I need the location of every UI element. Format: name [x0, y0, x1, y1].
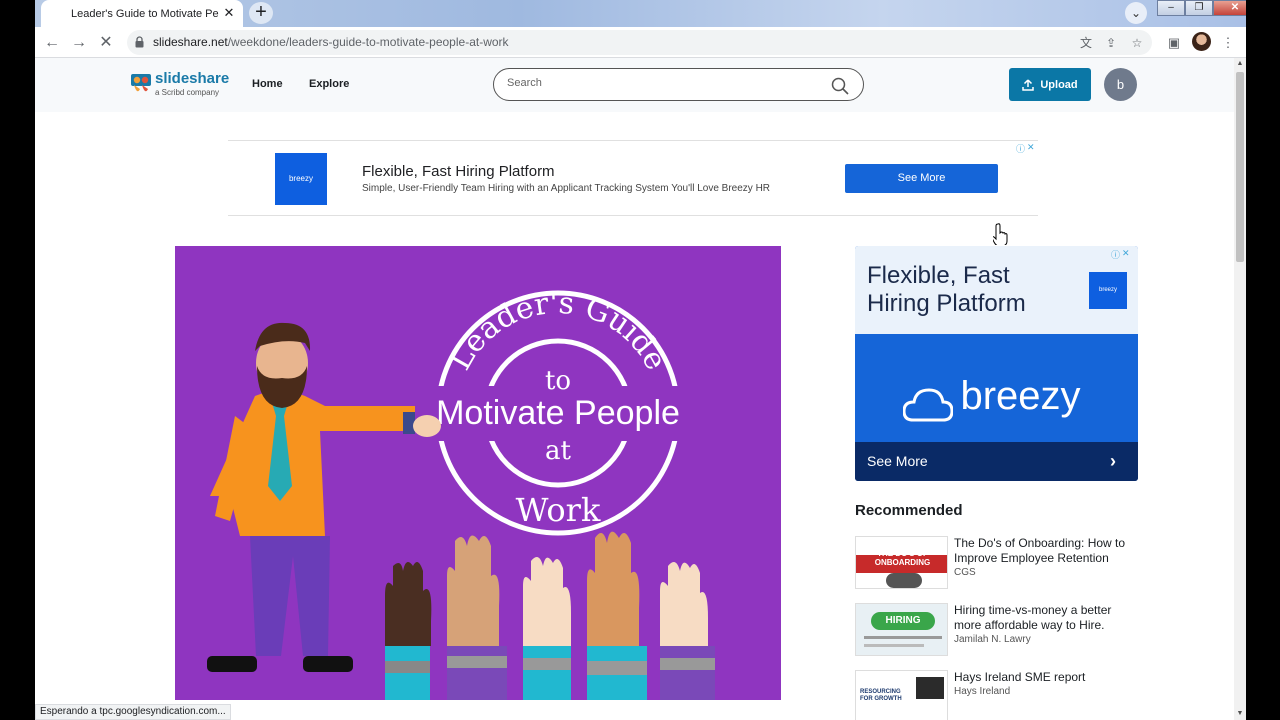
slide-viewer[interactable]: Leader's Guide to Motivate People at Wor…	[175, 246, 781, 700]
chevron-right-icon: ›	[1110, 451, 1116, 471]
side-panel-icon[interactable]: ▣	[1163, 32, 1185, 54]
vertical-scrollbar[interactable]: ▲ ▼	[1234, 58, 1246, 720]
rec-title[interactable]: Hiring time-vs-money a better more affor…	[954, 603, 1134, 633]
minimize-icon[interactable]: –	[1157, 0, 1185, 16]
rec-title[interactable]: The Do's of Onboarding: How to Improve E…	[954, 536, 1134, 566]
back-icon[interactable]: ←	[41, 32, 63, 54]
upload-label: Upload	[1040, 78, 1078, 91]
side-ad-title: Flexible, Fast Hiring Platform	[867, 262, 1026, 317]
browser-toolbar: ← → ✕ slideshare.net/weekdone/leaders-gu…	[35, 27, 1246, 58]
slide-illustration: Leader's Guide to Motivate People at Wor…	[207, 286, 715, 700]
scroll-up-icon[interactable]: ▲	[1234, 58, 1246, 70]
nav-home[interactable]: Home	[252, 78, 283, 90]
bookmark-star-icon[interactable]: ☆	[1128, 34, 1146, 52]
side-ad-header: Flexible, Fast Hiring Platform breezy ⓘ ✕	[855, 246, 1138, 334]
raised-hands-illustration	[385, 531, 715, 700]
window-controls: – ❐ ✕	[1157, 0, 1246, 16]
url-text: slideshare.net/weekdone/leaders-guide-to…	[153, 35, 509, 49]
tab-search-icon[interactable]: ⌄	[1125, 2, 1147, 24]
search-input[interactable]	[507, 77, 807, 89]
search-icon[interactable]	[831, 77, 849, 95]
rec-thumbnail: HIRING	[855, 603, 948, 656]
logo-wordmark: slideshare	[155, 70, 230, 87]
lock-icon	[135, 36, 144, 48]
translate-icon[interactable]: 文	[1077, 34, 1095, 52]
adchoices-icon[interactable]: ⓘ ✕	[1016, 142, 1036, 154]
stop-loading-icon[interactable]: ✕	[95, 32, 117, 54]
scrollbar-thumb[interactable]	[1236, 72, 1244, 262]
side-ad-brand: breezy	[960, 374, 1081, 418]
kebab-menu-icon[interactable]: ⋮	[1217, 32, 1239, 54]
rec-title[interactable]: Hays Ireland SME report	[954, 670, 1134, 685]
address-bar[interactable]: slideshare.net/weekdone/leaders-guide-to…	[127, 30, 1152, 55]
scroll-down-icon[interactable]: ▼	[1234, 708, 1246, 720]
rec-author: Jamilah N. Lawry	[954, 634, 1031, 645]
status-bar: Esperando a tpc.googlesyndication.com...	[35, 704, 231, 720]
rec-author: Hays Ireland	[954, 686, 1011, 697]
profile-avatar-icon[interactable]	[1192, 32, 1211, 51]
recommended-heading: Recommended	[855, 502, 963, 519]
rec-thumbnail: THE DO'S OF ONBOARDING	[855, 536, 948, 589]
new-tab-button[interactable]: +	[249, 2, 273, 24]
share-icon[interactable]: ⇪	[1102, 34, 1120, 52]
search-box	[493, 68, 864, 101]
window-close-icon[interactable]: ✕	[1213, 0, 1246, 16]
tab-close-icon[interactable]: ✕	[221, 5, 237, 21]
slideshare-logo-icon	[131, 74, 151, 92]
maximize-icon[interactable]: ❐	[1185, 0, 1213, 16]
site-header: slideshare a Scribd company Home Explore…	[35, 58, 1234, 112]
adchoices-icon[interactable]: ⓘ ✕	[1111, 248, 1131, 260]
logo-tagline: a Scribd company	[155, 88, 220, 97]
slide-at-text: at	[545, 436, 572, 466]
top-banner-ad[interactable]: breezy Flexible, Fast Hiring Platform Si…	[228, 140, 1038, 216]
tab-title: Leader's Guide to Motivate People at Wor…	[71, 7, 219, 20]
side-ad-logo: breezy	[1089, 272, 1127, 309]
ad-logo: breezy	[275, 153, 327, 205]
user-avatar[interactable]: b	[1104, 68, 1137, 101]
slide-work-text: Work	[516, 491, 601, 529]
hand-cursor-icon	[993, 223, 1008, 245]
list-item[interactable]: HIRING Hiring time-vs-money a better mor…	[855, 603, 1145, 659]
ad-title[interactable]: Flexible, Fast Hiring Platform	[362, 163, 555, 180]
side-ad[interactable]: Flexible, Fast Hiring Platform breezy ⓘ ✕…	[855, 246, 1138, 481]
slide-ring-text: Leader's Guide	[443, 286, 674, 376]
rec-author: CGS	[954, 567, 976, 578]
side-ad-see-more[interactable]: See More	[867, 453, 928, 469]
ad-see-more-button[interactable]: See More	[845, 164, 998, 193]
forward-icon[interactable]: →	[68, 32, 90, 54]
browser-window: Leader's Guide to Motivate People at Wor…	[35, 0, 1246, 720]
tab-active[interactable]: Leader's Guide to Motivate People at Wor…	[41, 0, 243, 27]
upload-icon	[1022, 78, 1035, 91]
rec-thumbnail: RESOURCING FOR GROWTH	[855, 670, 948, 720]
upload-button[interactable]: Upload	[1009, 68, 1091, 101]
slideshare-logo[interactable]: slideshare a Scribd company	[131, 70, 231, 100]
slide-main-text: Motivate People	[436, 394, 680, 432]
slide-to-text: to	[545, 366, 571, 396]
list-item[interactable]: RESOURCING FOR GROWTH Hays Ireland SME r…	[855, 670, 1145, 720]
list-item[interactable]: THE DO'S OF ONBOARDING The Do's of Onboa…	[855, 536, 1145, 592]
side-ad-cta-bar[interactable]: See More ›	[855, 442, 1138, 481]
tab-strip: Leader's Guide to Motivate People at Wor…	[35, 0, 1246, 27]
ad-description: Simple, User-Friendly Team Hiring with a…	[362, 183, 771, 194]
nav-explore[interactable]: Explore	[309, 78, 349, 90]
